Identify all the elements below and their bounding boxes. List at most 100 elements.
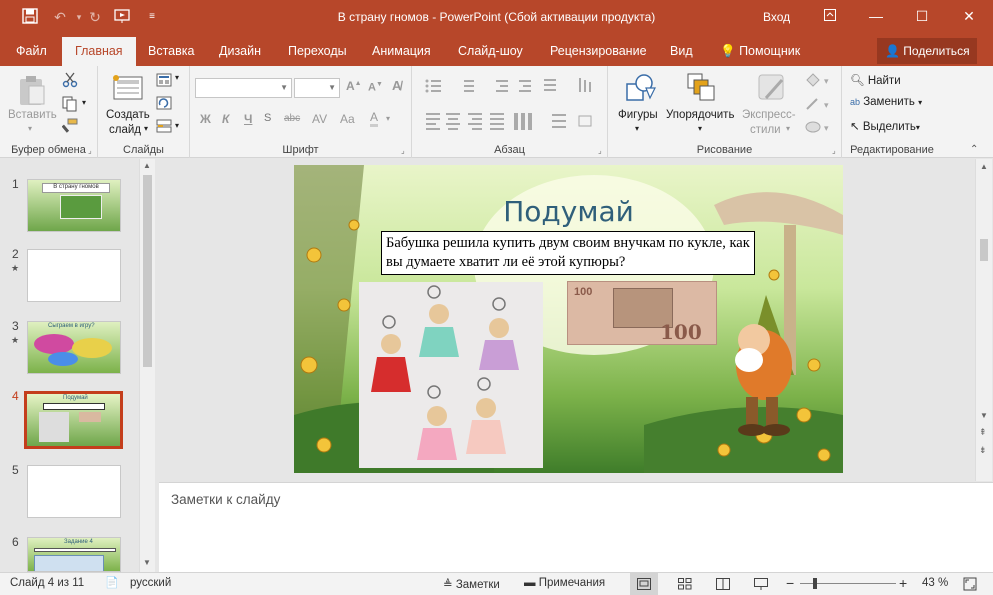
slideshow-view-icon[interactable] — [754, 578, 768, 590]
customize-toolbar-icon[interactable]: ≡ — [143, 8, 161, 26]
layout-dropdown-icon[interactable]: ▾ — [175, 73, 179, 82]
current-slide[interactable]: Подумай Бабушка решила купить двум своим… — [294, 165, 843, 473]
reset-icon[interactable] — [156, 96, 172, 113]
font-color-dropdown-icon[interactable]: ▾ — [386, 114, 390, 123]
font-launcher-icon[interactable]: ⌟ — [401, 146, 405, 155]
slide-scrollbar[interactable]: ▲ ▼ ⇞ ⇟ — [975, 159, 992, 481]
zoom-level[interactable]: 43 % — [922, 577, 948, 589]
arrange-icon[interactable] — [686, 72, 716, 107]
copy-icon[interactable] — [62, 96, 78, 115]
grow-font-icon[interactable]: A▲ — [346, 79, 362, 93]
paragraph-format-icons[interactable] — [424, 76, 604, 136]
quick-styles-icon[interactable] — [756, 72, 788, 107]
new-slide-icon[interactable] — [112, 74, 144, 105]
format-painter-icon[interactable] — [61, 118, 78, 137]
slide-title[interactable]: Подумай — [294, 195, 843, 228]
italic-button[interactable]: К — [222, 112, 229, 126]
shape-effects-icon[interactable]: ▾ — [804, 119, 832, 138]
shapes-icon[interactable] — [624, 72, 656, 107]
tab-file[interactable]: Файл — [16, 44, 47, 58]
quick-styles-dropdown-icon[interactable]: ▾ — [786, 124, 790, 133]
slide-counter[interactable]: Слайд 4 из 11 — [10, 577, 84, 589]
tab-animations[interactable]: Анимация — [372, 44, 431, 58]
slide-sorter-icon[interactable] — [678, 578, 692, 590]
strikethrough-button[interactable]: abc — [284, 113, 300, 124]
char-spacing-icon[interactable]: AV — [312, 112, 327, 126]
banknote-picture[interactable]: 100 100 — [567, 281, 717, 345]
section-dropdown-icon[interactable]: ▾ — [175, 121, 179, 130]
slide-thumbnail-5[interactable] — [27, 465, 121, 518]
notes-pane[interactable]: Заметки к слайду — [159, 482, 993, 572]
tab-review[interactable]: Рецензирование — [550, 44, 647, 58]
slide-thumbnail-4-selected[interactable]: Подумай — [24, 391, 123, 449]
slide-question-textbox[interactable]: Бабушка решила купить двум своим внучкам… — [381, 231, 755, 275]
reading-view-icon[interactable] — [716, 578, 730, 590]
zoom-out-icon[interactable]: − — [786, 575, 794, 591]
slideshow-start-icon[interactable] — [114, 8, 132, 26]
tab-insert[interactable]: Вставка — [148, 44, 194, 58]
notes-toggle-button[interactable]: ≜ Заметки — [443, 577, 500, 591]
close-icon[interactable]: ✕ — [958, 6, 980, 26]
tab-transitions[interactable]: Переходы — [288, 44, 347, 58]
drawing-launcher-icon[interactable]: ⌟ — [832, 146, 836, 155]
font-color-icon[interactable]: A — [370, 110, 379, 127]
replace-button[interactable]: ab Заменить ▾ — [850, 96, 922, 108]
tab-design[interactable]: Дизайн — [219, 44, 261, 58]
minimize-icon[interactable]: — — [865, 6, 887, 26]
notes-placeholder[interactable]: Заметки к слайду — [171, 492, 280, 507]
slide-thumbnail-1[interactable]: В страну гномов — [27, 179, 121, 232]
maximize-icon[interactable]: ☐ — [911, 6, 933, 26]
slide-thumbnail-3[interactable]: Сыграем в игру? — [27, 321, 121, 374]
change-case-button[interactable]: Aa — [340, 112, 355, 126]
select-button[interactable]: ↖ Выделить▾ — [850, 119, 920, 133]
ribbon-display-icon[interactable] — [819, 6, 841, 26]
arrange-dropdown-icon[interactable]: ▾ — [698, 124, 702, 133]
find-button[interactable]: 🔍︎ Найти — [850, 73, 901, 87]
bold-button[interactable]: Ж — [200, 112, 211, 126]
cut-icon[interactable] — [62, 72, 78, 91]
section-icon[interactable] — [156, 119, 172, 136]
tab-home[interactable]: Главная — [62, 37, 136, 66]
slide-scroll-up-icon[interactable]: ▲ — [980, 162, 988, 171]
scroll-up-icon[interactable]: ▲ — [143, 161, 151, 170]
zoom-in-icon[interactable]: + — [899, 575, 907, 591]
redo-icon[interactable]: ↻ — [86, 8, 104, 26]
language-indicator[interactable]: русский — [130, 577, 171, 589]
spellcheck-icon[interactable]: 📄 — [105, 576, 119, 589]
clipboard-launcher-icon[interactable]: ⌟ — [88, 146, 92, 155]
undo-icon[interactable]: ↶ — [51, 8, 69, 26]
new-slide-dropdown-icon[interactable]: ▾ — [144, 124, 148, 133]
shadow-button[interactable]: S — [264, 112, 271, 124]
comments-toggle-button[interactable]: ▬ Примечания — [524, 577, 605, 589]
save-icon[interactable] — [21, 8, 39, 26]
layout-icon[interactable] — [156, 73, 172, 90]
shape-outline-icon[interactable]: ▾ — [804, 96, 832, 115]
slide-scroll-thumb[interactable] — [980, 239, 988, 261]
slide-thumbnail-6[interactable]: Задание 4 — [27, 537, 121, 572]
tab-view[interactable]: Вид — [670, 44, 693, 58]
font-size-combo[interactable]: ▼ — [294, 78, 340, 98]
previous-slide-icon[interactable]: ⇞ — [979, 427, 987, 438]
paste-icon[interactable] — [17, 74, 47, 109]
shape-fill-icon[interactable]: ▾ — [804, 72, 832, 91]
shapes-dropdown-icon[interactable]: ▾ — [635, 124, 639, 133]
tab-tell-me[interactable]: 💡 Помощник — [720, 44, 800, 59]
shrink-font-icon[interactable]: A▼ — [368, 81, 383, 94]
next-slide-icon[interactable]: ⇟ — [979, 445, 987, 456]
dolls-picture[interactable] — [359, 282, 543, 468]
underline-button[interactable]: Ч — [244, 112, 252, 126]
scroll-down-icon[interactable]: ▼ — [143, 558, 151, 567]
sign-in-link[interactable]: Вход — [763, 10, 790, 24]
scrollbar-thumb[interactable] — [143, 175, 152, 367]
thumbnails-scrollbar[interactable]: ▲ ▼ — [139, 159, 155, 572]
collapse-ribbon-icon[interactable]: ⌃ — [970, 144, 978, 155]
slide-thumbnail-2[interactable] — [27, 249, 121, 302]
paste-dropdown-icon[interactable]: ▾ — [28, 124, 32, 133]
tab-slideshow[interactable]: Слайд-шоу — [458, 44, 523, 58]
font-name-combo[interactable]: ▼ — [195, 78, 292, 98]
share-button[interactable]: 👤 Поделиться — [877, 38, 977, 64]
fit-to-window-icon[interactable] — [963, 577, 977, 591]
copy-dropdown-icon[interactable]: ▾ — [82, 98, 86, 107]
paragraph-launcher-icon[interactable]: ⌟ — [598, 146, 602, 155]
clear-formatting-icon[interactable]: A̸ — [392, 78, 401, 93]
